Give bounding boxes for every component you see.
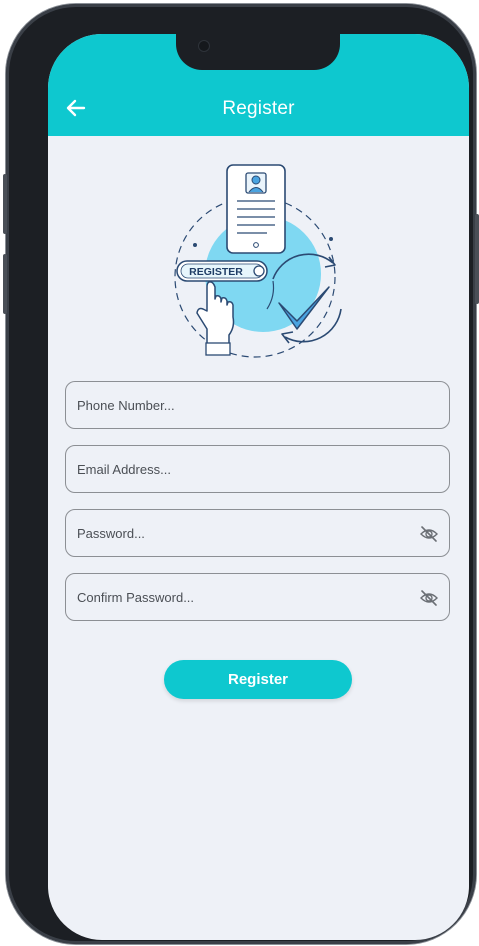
phone-side-button — [3, 174, 7, 234]
password-visibility-toggle[interactable] — [419, 524, 439, 544]
register-badge-label: REGISTER — [189, 266, 243, 278]
register-button[interactable]: Register — [164, 660, 352, 699]
eye-off-icon — [420, 590, 438, 606]
eye-off-icon — [420, 526, 438, 542]
password-field — [65, 509, 450, 557]
app-screen: Register REGISTER Phone Number... Email … — [48, 34, 469, 940]
phone-notch — [176, 34, 340, 70]
password-input[interactable] — [66, 510, 449, 556]
front-camera-icon — [198, 40, 210, 52]
confirm-password-field — [65, 573, 450, 621]
phone-side-button — [3, 254, 7, 314]
phone-frame: Register REGISTER Phone Number... Email … — [3, 4, 479, 944]
register-illustration: REGISTER — [163, 159, 353, 359]
confirm-password-input[interactable] — [66, 574, 449, 620]
phone-id-card-icon — [226, 164, 286, 254]
confirm-password-visibility-toggle[interactable] — [419, 588, 439, 608]
phone-number-field — [65, 381, 450, 429]
phone-side-button — [475, 214, 479, 304]
page-title: Register — [222, 98, 295, 119]
email-field — [65, 445, 450, 493]
email-input[interactable] — [66, 446, 449, 492]
phone-number-input[interactable] — [66, 382, 449, 428]
